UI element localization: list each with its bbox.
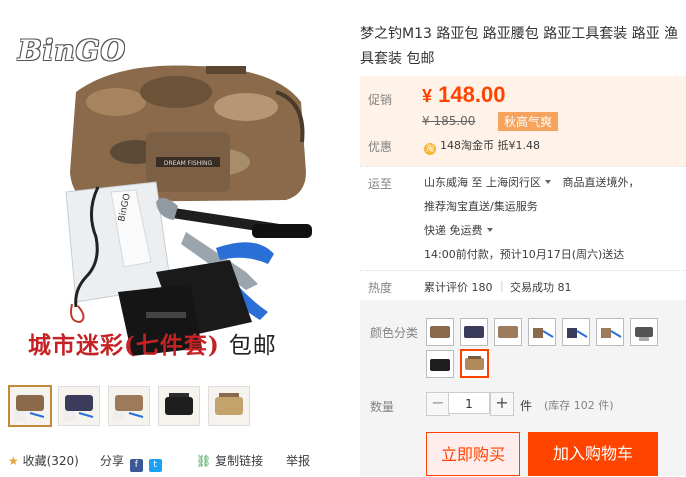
camo-bag: DREAM FISHING <box>70 65 306 202</box>
color-label: 颜色分类 <box>370 326 419 340</box>
facebook-icon[interactable]: f <box>129 459 143 472</box>
twitter-icon[interactable]: t <box>148 459 162 472</box>
coin-icon: 淘 <box>424 143 436 155</box>
color-swatch-3[interactable] <box>494 318 522 346</box>
currency-symbol: ¥ <box>422 86 433 106</box>
star-icon: ★ <box>8 454 19 468</box>
color-swatch-9-selected[interactable] <box>460 349 489 378</box>
caption-main: 城市迷彩(七件套) <box>28 332 220 359</box>
report-label: 举报 <box>286 454 311 468</box>
product-photo: DREAM FISHING BinGO <box>65 65 312 356</box>
chevron-down-icon <box>545 180 551 184</box>
thumbnail-4[interactable] <box>158 386 200 426</box>
thumbnail-5[interactable] <box>208 386 250 426</box>
stock-count: (库存 102 件) <box>544 399 614 412</box>
copy-link[interactable]: ⛓ 复制链接 <box>196 452 263 469</box>
heat-label: 热度 <box>368 281 393 295</box>
ship-from: 山东威海 至 <box>424 176 483 189</box>
ship-note-2: 推荐淘宝直送/集运服务 <box>424 200 538 213</box>
quantity-label: 数量 <box>370 400 395 414</box>
bottom-action-bar: ★ 收藏(320) 分享 f t ⛓ 复制链接 举报 <box>0 444 350 472</box>
share-link[interactable]: 分享 f t <box>100 452 162 472</box>
price-value: 148.00 <box>438 82 506 107</box>
bag-label: DREAM FISHING <box>164 160 213 167</box>
favorite-link[interactable]: ★ 收藏(320) <box>8 452 79 469</box>
quantity-increase-button[interactable]: + <box>490 392 514 416</box>
promo-label: 促销 <box>368 93 393 107</box>
brand-logo: BinGO <box>18 34 126 67</box>
buy-now-button[interactable]: 立即购买 <box>426 432 520 476</box>
divider <box>360 166 686 167</box>
quantity-input[interactable]: 1 <box>448 392 490 414</box>
report-link[interactable]: 举报 <box>286 452 310 469</box>
favorite-label: 收藏(320) <box>22 454 79 468</box>
color-swatch-2[interactable] <box>460 318 488 346</box>
thumbnail-3[interactable] <box>108 386 150 426</box>
promo-badge: 秋高气爽 <box>498 112 559 131</box>
stats-divider: | <box>500 279 504 292</box>
color-swatch-8[interactable] <box>426 350 454 378</box>
sales-count: 交易成功 81 <box>510 281 572 294</box>
add-to-cart-button[interactable]: 加入购物车 <box>528 432 658 476</box>
coin-text: 148淘金币 抵¥1.48 <box>440 139 540 152</box>
shipping-route: 山东威海 至 上海闵行区 商品直送境外， <box>424 174 640 190</box>
quantity-decrease-button[interactable]: − <box>426 392 450 416</box>
fish-gripper <box>156 197 312 238</box>
ship-to: 上海闵行区 <box>486 176 541 189</box>
coin-offer[interactable]: 淘 148淘金币 抵¥1.48 <box>424 137 540 155</box>
discount-label: 优惠 <box>368 140 393 154</box>
ship-eta: 14:00前付款，预计10月17日(周六)送达 <box>424 248 625 261</box>
color-swatch-5[interactable] <box>562 318 590 346</box>
color-swatch-1[interactable] <box>426 318 454 346</box>
color-swatch-4[interactable] <box>528 318 556 346</box>
ship-method-select[interactable]: 快递 免运费 <box>424 222 493 238</box>
copy-link-label: 复制链接 <box>215 454 264 468</box>
ship-to-select[interactable]: 上海闵行区 <box>486 176 551 189</box>
thumbnail-1[interactable] <box>8 385 52 427</box>
product-title: 梦之钓M13 路亚包 路亚腰包 路亚工具套装 路亚 渔具套装 包邮 <box>360 26 679 67</box>
shipping-label: 运至 <box>368 177 393 191</box>
divider <box>360 270 686 271</box>
main-product-image[interactable]: DREAM FISHING BinGO BinGO 城市迷彩(七件套) 包邮 <box>6 22 350 368</box>
ship-note: 商品直送境外， <box>562 176 640 189</box>
image-caption: 城市迷彩(七件套) 包邮 <box>28 326 277 360</box>
thumbnail-2[interactable] <box>58 386 100 426</box>
original-price: ¥ 185.00 <box>422 114 476 128</box>
link-icon: ⛓ <box>196 454 212 468</box>
quantity-unit: 件 <box>520 399 533 413</box>
caption-extra: 包邮 <box>228 333 277 359</box>
reviews-count[interactable]: 累计评价 180 <box>424 279 493 295</box>
share-label: 分享 <box>100 454 125 468</box>
color-swatch-6[interactable] <box>596 318 624 346</box>
chevron-down-icon <box>486 228 493 232</box>
color-swatch-7[interactable] <box>630 318 658 346</box>
ship-method: 快递 免运费 <box>424 224 483 237</box>
current-price: ¥ 148.00 <box>422 82 505 108</box>
